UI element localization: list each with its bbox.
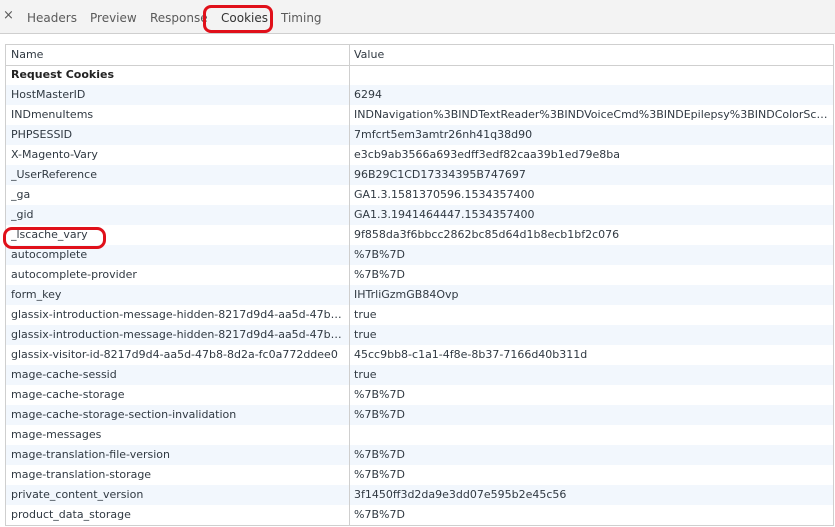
cookie-name: mage-translation-file-version	[11, 448, 171, 461]
table-row[interactable]: autocomplete %7B%7D	[6, 245, 833, 265]
close-icon[interactable]: ×	[3, 9, 14, 23]
cookie-name: HostMasterID	[11, 88, 86, 101]
cookies-tab-highlight-annotation	[203, 5, 273, 33]
table-row[interactable]: mage-translation-file-version %7B%7D	[6, 445, 833, 465]
section-title: Request Cookies	[11, 68, 115, 81]
cookie-value: %7B%7D	[354, 248, 405, 261]
table-row[interactable]: _gid GA1.3.1941464447.1534357400	[6, 205, 833, 225]
cookie-value: 96B29C1CD17334395B747697	[354, 168, 526, 181]
cookie-name: glassix-visitor-id-8217d9d4-aa5d-47b8-8d…	[11, 348, 338, 361]
cookie-value: true	[354, 308, 377, 321]
table-row[interactable]: INDmenuItems INDNavigation%3BINDTextReade…	[6, 105, 833, 125]
section-row: Request Cookies	[6, 65, 833, 85]
cookie-value: IHTrliGzmGB84Ovp	[354, 288, 459, 301]
cookie-value: %7B%7D	[354, 268, 405, 281]
cookie-value: INDNavigation%3BINDTextReader%3BINDVoice…	[354, 108, 829, 121]
table-row[interactable]: glassix-introduction-message-hidden-8217…	[6, 325, 833, 345]
table-row[interactable]: mage-cache-storage %7B%7D	[6, 385, 833, 405]
table-row[interactable]: glassix-introduction-message-hidden-8217…	[6, 305, 833, 325]
column-header-name[interactable]: Name	[11, 45, 348, 65]
cookie-value: GA1.3.1581370596.1534357400	[354, 188, 535, 201]
cookie-value: %7B%7D	[354, 408, 405, 421]
cookie-name: _ga	[11, 188, 31, 201]
table-row[interactable]: private_content_version 3f1450ff3d2da9e3d…	[6, 485, 833, 505]
tab-response[interactable]: Response	[150, 10, 208, 26]
cookie-value: GA1.3.1941464447.1534357400	[354, 208, 535, 221]
cookie-name: _UserReference	[11, 168, 97, 181]
cookie-name: mage-cache-storage-section-invalidation	[11, 408, 237, 421]
table-row[interactable]: form_key IHTrliGzmGB84Ovp	[6, 285, 833, 305]
table-row[interactable]: X-Magento-Vary e3cb9ab3566a693edff3edf82c…	[6, 145, 833, 165]
cookie-value: %7B%7D	[354, 468, 405, 481]
cookie-name: glassix-introduction-message-hidden-8217…	[11, 328, 348, 341]
cookies-table: Name Value Request Cookies HostMasterID 6…	[5, 44, 834, 526]
cookie-name: product_data_storage	[11, 508, 131, 521]
cookie-value: %7B%7D	[354, 388, 405, 401]
cookie-value: 6294	[354, 88, 382, 101]
table-row[interactable]: HostMasterID 6294	[6, 85, 833, 105]
cookie-name: form_key	[11, 288, 62, 301]
table-row[interactable]: mage-cache-storage-section-invalidation%…	[6, 405, 833, 425]
table-row[interactable]: glassix-visitor-id-8217d9d4-aa5d-47b8-8d…	[6, 345, 833, 365]
cookie-value: 9f858da3f6bbcc2862bc85d64d1b8ecb1bf2c076	[354, 228, 620, 241]
cookie-name: mage-cache-sessid	[11, 368, 117, 381]
cookie-value: e3cb9ab3566a693edff3edf82caa39b1ed79e8ba	[354, 148, 620, 161]
cookie-value: %7B%7D	[354, 448, 405, 461]
cookie-name: PHPSESSID	[11, 128, 73, 141]
lscache-vary-highlight-annotation	[3, 227, 106, 249]
cookie-value: 7mfcrt5em3amtr26nh41q38d90	[354, 128, 533, 141]
cookie-name: glassix-introduction-message-hidden-8217…	[11, 308, 348, 321]
column-divider[interactable]	[349, 45, 350, 525]
table-row[interactable]: _UserReference 96B29C1CD17334395B747697	[6, 165, 833, 185]
table-row[interactable]: autocomplete-provider %7B%7D	[6, 265, 833, 285]
table-row[interactable]: mage-messages	[6, 425, 833, 445]
devtools-tab-bar: × Headers Preview Response Cookies Timin…	[0, 0, 835, 34]
tab-headers[interactable]: Headers	[27, 10, 77, 26]
cookie-name: mage-cache-storage	[11, 388, 125, 401]
cookie-name: _gid	[11, 208, 34, 221]
table-row[interactable]: PHPSESSID 7mfcrt5em3amtr26nh41q38d90	[6, 125, 833, 145]
cookie-name: private_content_version	[11, 488, 144, 501]
table-row[interactable]: mage-cache-sessid true	[6, 365, 833, 385]
column-header-value[interactable]: Value	[354, 45, 829, 65]
cookie-value: 45cc9bb8-c1a1-4f8e-8b37-7166d40b311d	[354, 348, 588, 361]
table-row[interactable]: _lscache_vary 9f858da3f6bbcc2862bc85d64d1…	[6, 225, 833, 245]
cookie-name: X-Magento-Vary	[11, 148, 98, 161]
table-row[interactable]: mage-translation-storage %7B%7D	[6, 465, 833, 485]
tab-timing[interactable]: Timing	[281, 10, 322, 26]
cookie-value: 3f1450ff3d2da9e3dd07e595b2e45c56	[354, 488, 567, 501]
cookie-name: autocomplete-provider	[11, 268, 137, 281]
table-row[interactable]: _ga GA1.3.1581370596.1534357400	[6, 185, 833, 205]
cookie-value: true	[354, 368, 377, 381]
cookie-value: true	[354, 328, 377, 341]
table-header-row: Name Value	[6, 45, 833, 66]
cookie-name: mage-messages	[11, 428, 102, 441]
table-row[interactable]: product_data_storage %7B%7D	[6, 505, 833, 525]
cookie-name: INDmenuItems	[11, 108, 94, 121]
tab-preview[interactable]: Preview	[90, 10, 137, 26]
cookie-name: mage-translation-storage	[11, 468, 152, 481]
cookie-value: %7B%7D	[354, 508, 405, 521]
